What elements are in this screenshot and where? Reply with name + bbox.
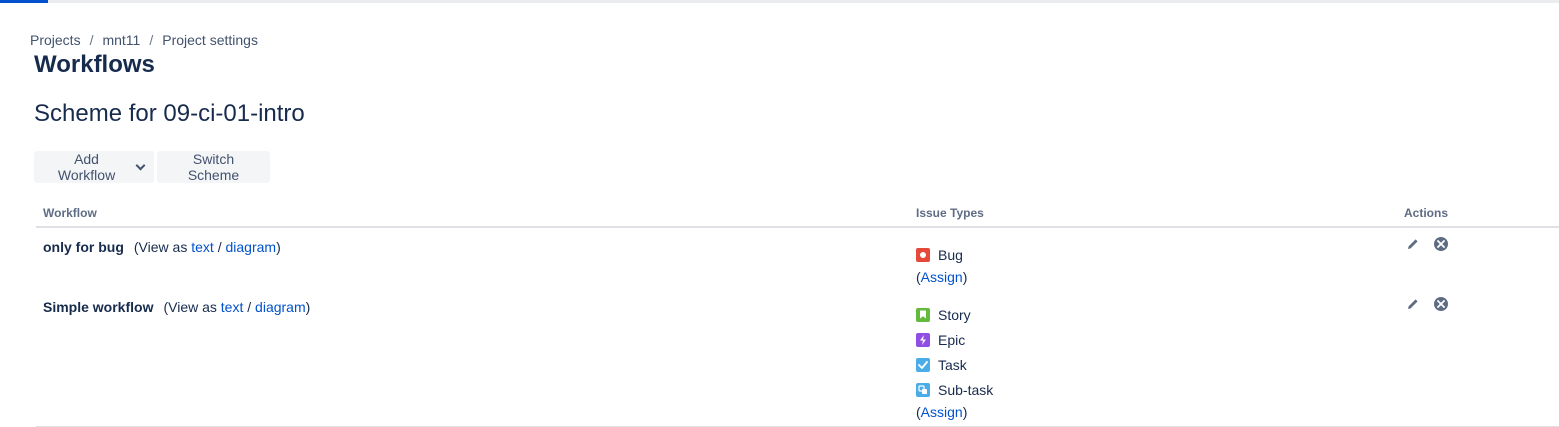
workflow-name: only for bug (43, 239, 124, 255)
issue-type-item: Task (916, 352, 993, 377)
view-as-prefix: (View as (163, 299, 217, 315)
issue-type-label: Task (938, 356, 967, 373)
issue-type-label: Bug (938, 246, 963, 263)
issue-type-label: Epic (938, 331, 966, 348)
task-icon (916, 357, 930, 372)
breadcrumb-project[interactable]: mnt11 (102, 32, 140, 48)
workflows-table: Workflow Issue Types Actions only for bu… (36, 200, 1559, 427)
table-row: only for bug (View as text / diagram) Bug… (36, 228, 1559, 288)
delete-icon[interactable] (1434, 237, 1448, 251)
issue-type-item: Epic (916, 327, 993, 352)
edit-icon[interactable] (1406, 297, 1420, 311)
breadcrumb-projects[interactable]: Projects (30, 32, 81, 48)
issue-type-label: Story (938, 306, 971, 323)
assign-link[interactable]: Assign (921, 404, 963, 420)
issue-type-label: Sub-task (938, 381, 994, 398)
header-actions: Actions (1404, 206, 1449, 220)
view-as-diagram-link[interactable]: diagram (255, 299, 306, 315)
chevron-down-icon (135, 160, 146, 170)
assign-link[interactable]: Assign (921, 269, 963, 285)
assign-line: (Assign) (916, 402, 993, 422)
assign-close-paren: ) (962, 404, 968, 420)
issue-type-item: Story (916, 302, 993, 327)
workflow-cell: Simple workflow (View as text / diagram) (43, 299, 310, 315)
edit-icon[interactable] (1406, 237, 1420, 251)
view-as-text-link[interactable]: text (221, 299, 244, 315)
scheme-title: Scheme for 09-ci-01-intro (34, 100, 305, 127)
breadcrumb-separator: / (149, 32, 154, 48)
page-title: Workflows (34, 51, 155, 78)
story-icon (916, 307, 930, 322)
header-workflow: Workflow (43, 206, 97, 220)
view-as-diagram-link[interactable]: diagram (225, 239, 276, 255)
view-as-suffix: ) (305, 299, 311, 315)
top-divider (0, 0, 1559, 3)
view-as-slash: / (217, 239, 222, 255)
top-progress-accent (0, 0, 48, 3)
table-header: Workflow Issue Types Actions (36, 200, 1559, 228)
issue-types-cell: Bug (Assign) (916, 242, 967, 287)
actions-cell (1406, 237, 1448, 251)
workflow-cell: only for bug (View as text / diagram) (43, 239, 281, 255)
bug-icon (916, 247, 930, 262)
view-as-suffix: ) (276, 239, 281, 255)
view-as-text-link[interactable]: text (191, 239, 214, 255)
breadcrumb-separator: / (89, 32, 94, 48)
header-issue-types: Issue Types (916, 206, 984, 220)
subtask-icon (916, 382, 930, 397)
table-row: Simple workflow (View as text / diagram) … (36, 288, 1559, 427)
issue-types-cell: Story Epic Task Sub-task (Assign) (916, 302, 993, 422)
view-as-prefix: (View as (133, 239, 188, 255)
switch-scheme-label: Switch Scheme (187, 151, 240, 183)
view-as-slash: / (247, 299, 252, 315)
workflow-name: Simple workflow (43, 299, 154, 315)
issue-type-item: Sub-task (916, 377, 993, 402)
actions-cell (1406, 297, 1448, 311)
assign-close-paren: ) (962, 269, 968, 285)
assign-line: (Assign) (916, 267, 967, 287)
add-workflow-label: Add Workflow (57, 151, 116, 183)
epic-icon (916, 332, 930, 347)
issue-type-item: Bug (916, 242, 967, 267)
breadcrumb-project-settings[interactable]: Project settings (162, 32, 258, 48)
add-workflow-button[interactable]: Add Workflow (34, 151, 154, 183)
delete-icon[interactable] (1434, 297, 1448, 311)
switch-scheme-button[interactable]: Switch Scheme (157, 151, 270, 183)
breadcrumb: Projects / mnt11 / Project settings (30, 32, 258, 48)
